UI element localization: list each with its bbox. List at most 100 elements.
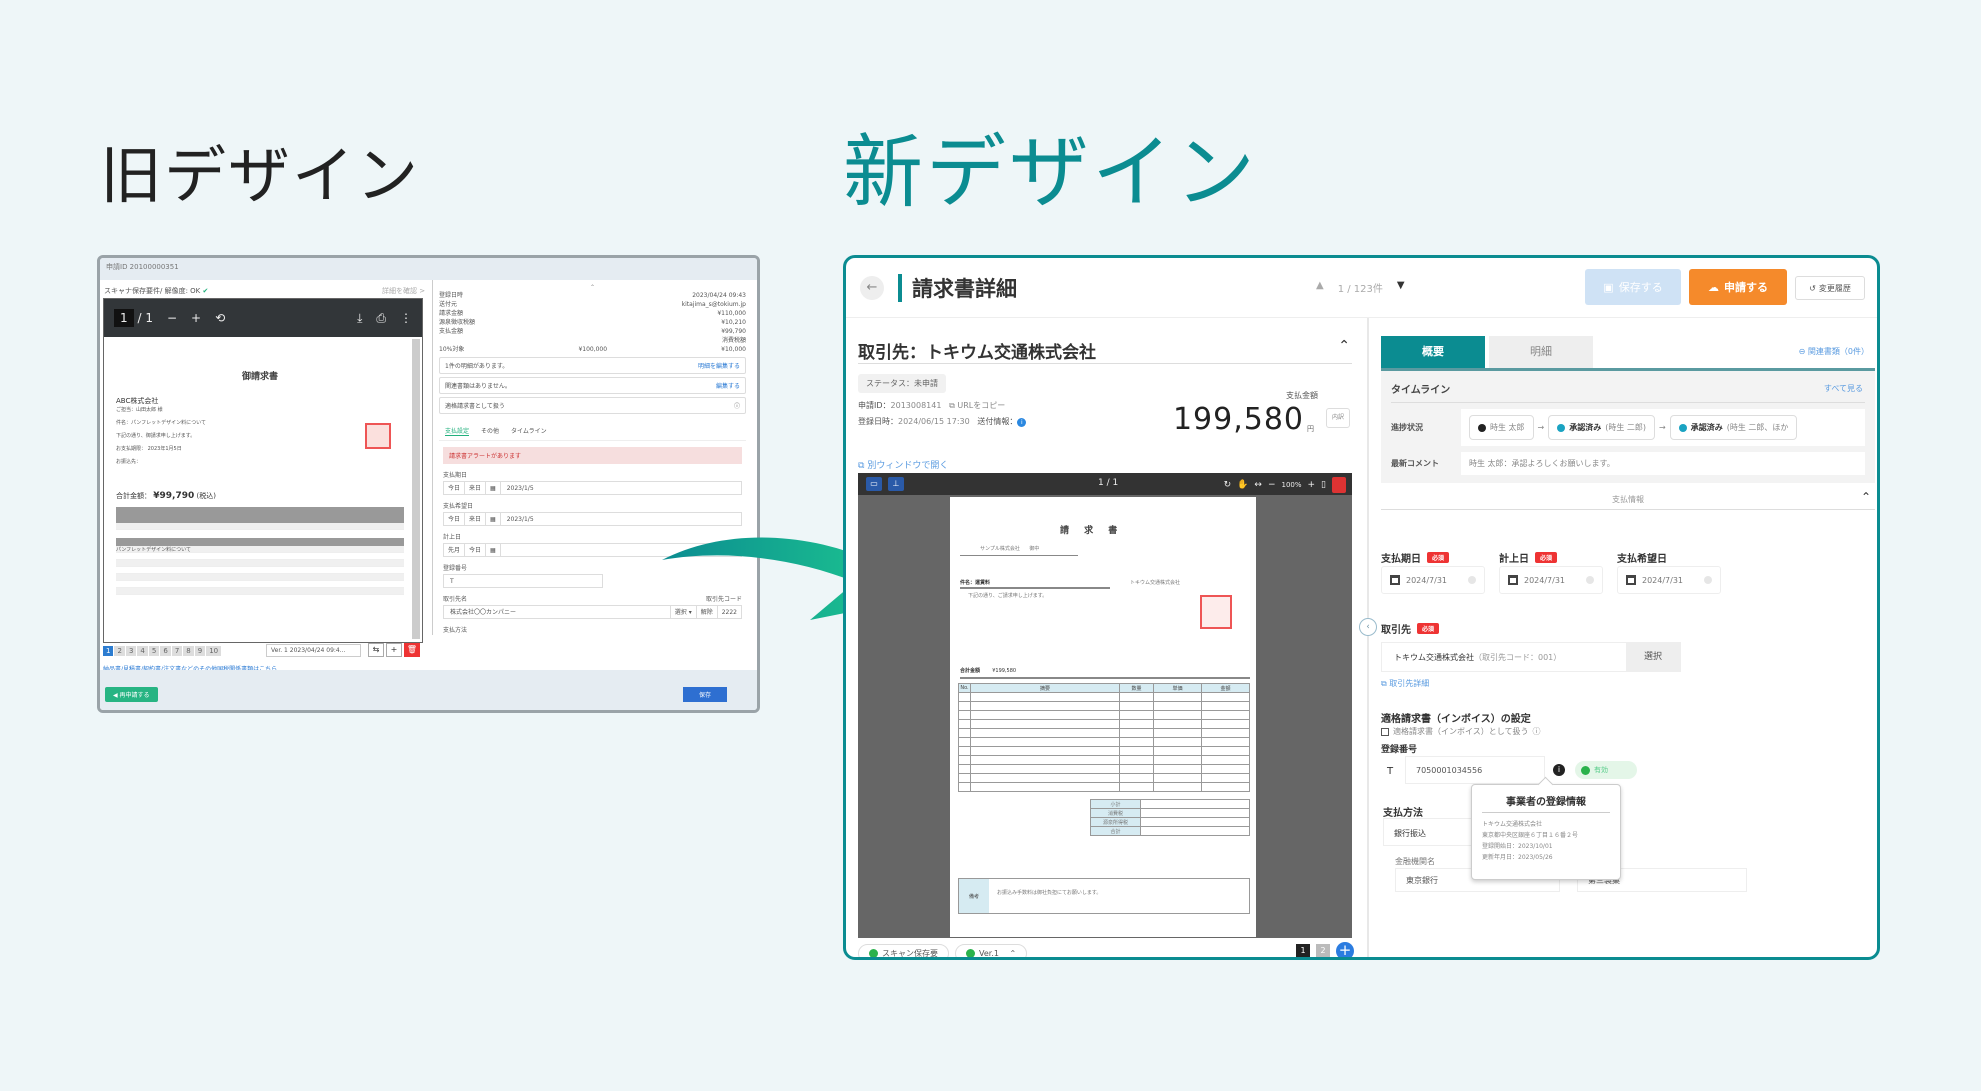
- step-approved: 承認済み (時生 二郎、ほか: [1669, 415, 1798, 440]
- scan-status-pill[interactable]: スキャン保存要: [858, 944, 949, 957]
- status-badge: ステータス：未申請: [858, 374, 946, 393]
- collapse-icon[interactable]: ⌃: [439, 284, 746, 291]
- next-record-icon[interactable]: ▼: [1397, 280, 1405, 295]
- page-tab-1[interactable]: 1: [1296, 944, 1310, 957]
- open-window-link[interactable]: ⧉ 別ウィンドウで開く: [858, 458, 948, 471]
- tab-details[interactable]: 明細: [1489, 336, 1593, 368]
- registration-number-input[interactable]: 7050001034556: [1405, 756, 1545, 784]
- scan-status: スキャナ保存要件/ 解像度: OK ✔: [104, 287, 209, 295]
- version-pill[interactable]: Ver.1 ⌃: [955, 944, 1028, 957]
- vendor-select-button[interactable]: 選択: [1626, 643, 1680, 671]
- step-approved: 承認済み (時生 二郎): [1548, 415, 1656, 440]
- desired-date-input[interactable]: 2024/7/31: [1617, 566, 1721, 594]
- check-icon: [1678, 423, 1687, 432]
- tab-payment[interactable]: 支払設定: [445, 426, 470, 436]
- vendor-heading: 取引先：トキウム交通株式会社: [858, 343, 1096, 363]
- more-icon[interactable]: ⋮: [400, 311, 412, 325]
- zoom-out-icon[interactable]: −: [1268, 480, 1276, 490]
- zoom-in-icon[interactable]: +: [191, 311, 201, 325]
- delete-icon[interactable]: 🗑: [404, 643, 420, 657]
- clear-icon: [1468, 576, 1476, 584]
- tab-other[interactable]: その他: [481, 426, 499, 436]
- due-date-input[interactable]: 今日 来日 ▦ 2023/1/5: [443, 481, 742, 495]
- save-button[interactable]: ▣ 保存する: [1585, 269, 1681, 305]
- chevron-up-icon[interactable]: ⌃: [1861, 490, 1871, 504]
- tab-timeline[interactable]: タイムライン: [511, 426, 547, 436]
- see-all-link[interactable]: すべて見る: [1824, 383, 1863, 394]
- step-applicant: 時生 太郎: [1469, 415, 1534, 440]
- page-size-icon[interactable]: ▯: [1321, 480, 1326, 490]
- info-icon[interactable]: i: [1553, 764, 1565, 776]
- download-icon[interactable]: ⤓: [357, 311, 362, 326]
- valid-badge: 有効: [1575, 761, 1637, 779]
- prev-record-icon[interactable]: ▲: [1316, 280, 1324, 295]
- hand-icon[interactable]: ✋: [1237, 480, 1248, 490]
- back-button[interactable]: ←: [860, 275, 884, 300]
- vendor-input[interactable]: トキウム交通株式会社（取引先コード：001） 選択: [1381, 642, 1681, 672]
- related-docs-link[interactable]: ⊖ 関連書類（0件）: [1799, 346, 1869, 357]
- history-button[interactable]: ↺ 変更履歴: [1795, 276, 1865, 300]
- invoice-checkbox[interactable]: 適格請求書（インボイス）として扱う ⓘ: [1381, 726, 1541, 737]
- link-icon: ⊖: [1798, 347, 1806, 356]
- cloud-upload-icon: ☁: [1708, 280, 1719, 294]
- arrow-right-icon: →: [1659, 423, 1666, 432]
- due-date-input[interactable]: 2024/7/31: [1381, 566, 1485, 594]
- registration-input[interactable]: T: [443, 574, 603, 588]
- timeline-card: タイムライン すべて見る 進捗状況 時生 太郎 → 承認済み (時生 二郎) → …: [1381, 371, 1875, 483]
- version-select[interactable]: Ver. 1 2023/04/24 09:4...: [266, 644, 361, 657]
- clear-icon: [1586, 576, 1594, 584]
- approval-steps: 時生 太郎 → 承認済み (時生 二郎) → 承認済み (時生 二郎、ほか: [1461, 409, 1865, 446]
- send-icon: ◀: [113, 692, 118, 699]
- save-button[interactable]: 保存: [682, 687, 727, 702]
- latest-comment: 時生 太郎：承認よろしくお願いします。: [1461, 452, 1865, 475]
- invoice-alert[interactable]: 請求書アラートがあります: [443, 447, 742, 464]
- arrow-right-icon: →: [1537, 423, 1545, 432]
- external-link-icon: ⧉: [858, 461, 865, 471]
- registered-at: 登録日時：2024/06/15 17:30 送付情報： i: [858, 416, 1027, 427]
- check-icon: [966, 949, 975, 957]
- rotate-icon[interactable]: ⟲: [215, 311, 225, 325]
- application-id: 申請ID 20100000351: [100, 258, 757, 280]
- info-icon[interactable]: i: [1017, 418, 1027, 427]
- booking-date-input[interactable]: 2024/7/31: [1499, 566, 1603, 594]
- fit-width-icon[interactable]: ↔: [1254, 480, 1262, 490]
- apply-button[interactable]: ☁ 申請する: [1689, 269, 1787, 305]
- add-icon[interactable]: +: [386, 643, 402, 657]
- add-page-button[interactable]: +: [1336, 942, 1354, 957]
- help-icon: ⓘ: [1532, 727, 1541, 736]
- zoom-in-icon[interactable]: +: [1308, 480, 1316, 490]
- page-tab-2[interactable]: 2: [1316, 944, 1330, 957]
- new-design-heading: 新デザイン: [843, 126, 1258, 219]
- old-design-heading: 旧デザイン: [100, 139, 421, 212]
- print-icon[interactable]: ⎙: [376, 311, 386, 326]
- zoom-level: 100%: [1281, 481, 1302, 489]
- delete-icon[interactable]: [1332, 477, 1346, 493]
- check-icon: [1557, 423, 1566, 432]
- record-count: 1 / 123件: [1337, 284, 1383, 295]
- reapply-button[interactable]: ◀ 再申請する: [105, 687, 158, 702]
- check-icon: [869, 949, 878, 957]
- related-docs-box: 関連書類はありません。 編集する: [439, 377, 746, 394]
- pdf-toolbar: ▭ ⊥ 1 / 1 ↻ ✋ ↔ − 100% + ▯: [858, 473, 1352, 495]
- calendar-icon: [1508, 575, 1518, 585]
- rotate-icon[interactable]: ↻: [1224, 480, 1232, 490]
- seal-stamp: [1200, 595, 1232, 629]
- replace-icon[interactable]: ⇆: [368, 643, 384, 657]
- scrollbar[interactable]: [412, 339, 420, 639]
- zoom-out-icon[interactable]: −: [167, 311, 177, 325]
- tab-overview[interactable]: 概要: [1381, 336, 1485, 368]
- breakdown-button[interactable]: 内訳: [1326, 408, 1350, 428]
- detail-link[interactable]: 詳細を確認 >: [382, 286, 425, 296]
- chevron-up-icon[interactable]: ⌃: [1338, 338, 1350, 354]
- invoice-document: 御請求書 ABC株式会社 ご担当：山田太郎 様 件名：パンフレットデザイン料につ…: [110, 343, 410, 639]
- folder-icon[interactable]: ▭: [866, 477, 882, 491]
- panel-toggle-icon[interactable]: ‹: [1359, 618, 1377, 636]
- invoice-checkbox[interactable]: 適格請求書として扱う ⓘ: [439, 397, 746, 414]
- page-indicator: 1 / 1: [114, 309, 153, 327]
- old-tabs: 支払設定 その他 タイムライン: [439, 422, 746, 441]
- totals-table: 小計 消費税 源泉所得税 合計: [1090, 799, 1250, 836]
- stamp-icon[interactable]: ⊥: [888, 477, 904, 491]
- copy-url-link[interactable]: ⧉ URLをコピー: [949, 401, 1005, 410]
- vendor-detail-link[interactable]: ⧉ 取引先詳細: [1381, 678, 1429, 689]
- payment-section-header: 支払情報 ⌃: [1381, 490, 1875, 510]
